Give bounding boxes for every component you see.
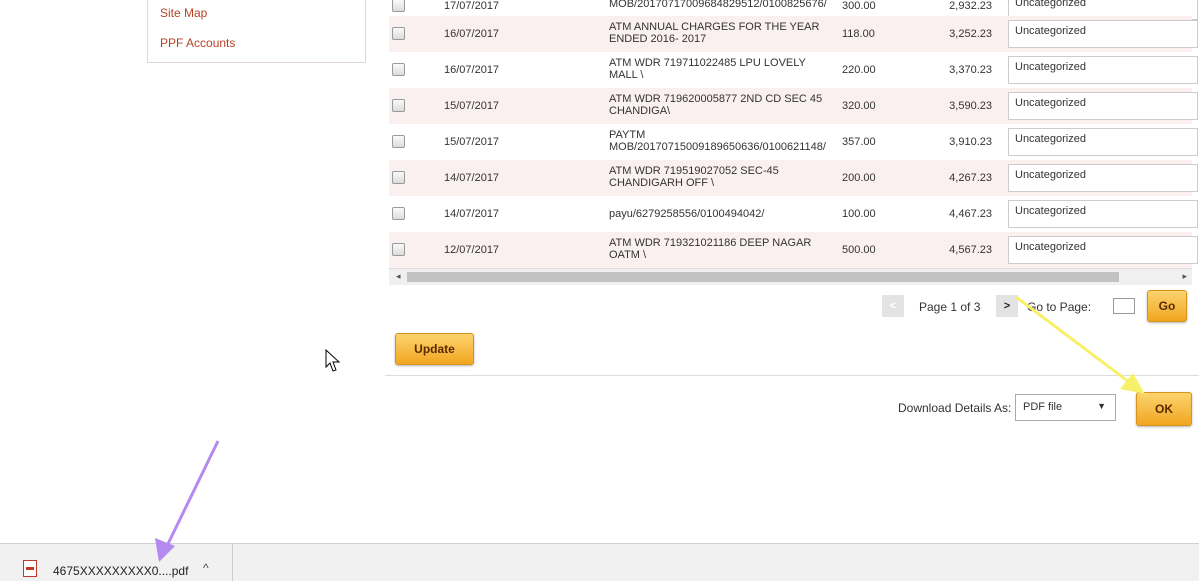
go-to-page-input[interactable] [1113, 298, 1135, 314]
table-row: 16/07/2017 ATM WDR 719711022485 LPU LOVE… [389, 52, 1198, 88]
update-button[interactable]: Update [395, 333, 474, 365]
row-date: 16/07/2017 [444, 64, 500, 76]
ok-button[interactable]: OK [1136, 392, 1192, 426]
row-balance: 3,590.23 [949, 100, 992, 112]
row-description: ATM WDR 719620005877 2ND CD SEC 45 CHAND… [609, 93, 823, 117]
row-date: 16/07/2017 [444, 28, 500, 40]
row-category-field[interactable]: Uncategorized [1008, 236, 1198, 264]
row-balance: 2,932.23 [949, 0, 992, 12]
row-description: payu/6279258556/0100494042/ [609, 208, 765, 220]
row-balance: 3,370.23 [949, 64, 992, 76]
row-withdrawal: 200.00 [842, 172, 876, 184]
row-checkbox[interactable] [392, 171, 405, 184]
table-row: 15/07/2017 PAYTM MOB/2017071500918965063… [389, 124, 1198, 160]
row-description: PAYTM MOB/20170715009189650636/010062114… [609, 129, 826, 153]
row-date: 14/07/2017 [444, 172, 500, 184]
chevron-up-icon[interactable]: ^ [203, 561, 209, 575]
site-map-link[interactable]: Site Map [160, 6, 207, 20]
row-date: 12/07/2017 [444, 244, 500, 256]
ppf-accounts-link[interactable]: PPF Accounts [160, 36, 235, 50]
row-checkbox[interactable] [392, 243, 405, 256]
row-balance: 4,567.23 [949, 244, 992, 256]
go-to-page-label: Go to Page: [1027, 300, 1092, 314]
row-checkbox[interactable] [392, 27, 405, 40]
row-balance: 4,467.23 [949, 208, 992, 220]
row-date: 14/07/2017 [444, 208, 500, 220]
table-row: 16/07/2017 ATM ANNUAL CHARGES FOR THE YE… [389, 16, 1198, 52]
row-checkbox[interactable] [392, 207, 405, 220]
scroll-right-icon[interactable]: ▸ [1182, 271, 1187, 282]
download-bar: 4675XXXXXXXXX0....pdf ^ [0, 543, 1199, 581]
row-withdrawal: 300.00 [842, 0, 876, 12]
row-checkbox[interactable] [392, 99, 405, 112]
row-withdrawal: 100.00 [842, 208, 876, 220]
row-balance: 4,267.23 [949, 172, 992, 184]
row-withdrawal: 357.00 [842, 136, 876, 148]
download-item[interactable]: 4675XXXXXXXXX0....pdf ^ [0, 544, 233, 581]
row-description: ATM WDR 719519027052 SEC-45 CHANDIGARH O… [609, 165, 779, 189]
row-category-field[interactable]: Uncategorized [1008, 92, 1198, 120]
row-date: 15/07/2017 [444, 100, 500, 112]
row-description: ATM ANNUAL CHARGES FOR THE YEAR ENDED 20… [609, 21, 820, 45]
pdf-file-icon [23, 560, 37, 577]
row-category-field[interactable]: Uncategorized [1008, 20, 1198, 48]
download-format-value: PDF file [1023, 401, 1063, 413]
scroll-left-icon[interactable]: ◂ [396, 271, 401, 282]
page-indicator: Page 1 of 3 [919, 300, 981, 314]
row-date: 17/07/2017 [444, 0, 500, 12]
table-row: 14/07/2017 payu/6279258556/0100494042/ 1… [389, 196, 1198, 232]
next-page-button[interactable]: > [996, 295, 1018, 317]
row-checkbox[interactable] [392, 63, 405, 76]
row-withdrawal: 118.00 [842, 28, 875, 40]
scrollbar-thumb[interactable] [407, 272, 1119, 282]
table-row: 14/07/2017 ATM WDR 719519027052 SEC-45 C… [389, 160, 1198, 196]
row-category-field[interactable]: Uncategorized [1008, 56, 1198, 84]
row-category-field[interactable]: Uncategorized [1008, 164, 1198, 192]
prev-page-button[interactable]: < [882, 295, 904, 317]
row-date: 15/07/2017 [444, 136, 500, 148]
horizontal-scrollbar[interactable]: ◂ ▸ [389, 268, 1192, 285]
download-format-select[interactable]: PDF file ▼ [1015, 394, 1116, 421]
row-withdrawal: 320.00 [842, 100, 876, 112]
row-description: ATM WDR 719321021186 DEEP NAGAR OATM \ [609, 237, 812, 261]
download-details-label: Download Details As: [898, 401, 1012, 415]
table-row: 15/07/2017 ATM WDR 719620005877 2ND CD S… [389, 88, 1198, 124]
download-file-name[interactable]: 4675XXXXXXXXX0....pdf [53, 564, 188, 578]
row-category-field[interactable]: Uncategorized [1008, 200, 1198, 228]
sidebar-panel: Site Map PPF Accounts [147, 0, 366, 63]
row-description: ATM WDR 719711022485 LPU LOVELY MALL \ [609, 57, 806, 81]
mouse-cursor-icon [325, 348, 341, 372]
go-button[interactable]: Go [1147, 290, 1187, 322]
section-divider [385, 375, 1199, 376]
row-withdrawal: 500.00 [842, 244, 876, 256]
row-description: MOB/20170717009684829512/0100825676/ [609, 0, 827, 10]
row-balance: 3,910.23 [949, 136, 992, 148]
row-category-field[interactable]: Uncategorized [1008, 128, 1198, 156]
row-balance: 3,252.23 [949, 28, 992, 40]
chevron-down-icon: ▼ [1097, 401, 1106, 411]
row-withdrawal: 220.00 [842, 64, 876, 76]
table-row: 12/07/2017 ATM WDR 719321021186 DEEP NAG… [389, 232, 1198, 268]
row-checkbox[interactable] [392, 135, 405, 148]
row-checkbox[interactable] [392, 0, 405, 12]
